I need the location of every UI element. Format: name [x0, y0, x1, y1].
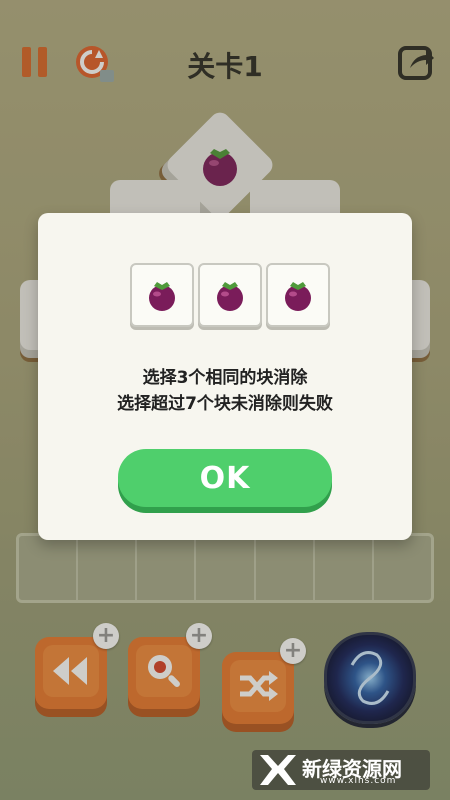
example-tiles [130, 263, 330, 327]
example-tile [198, 263, 262, 327]
watermark: 新绿资源网 www.xlhs.com [252, 750, 430, 790]
instruction-text: 选择3个相同的块消除 选择超过7个块未消除则失败 [38, 365, 412, 417]
watermark-logo-icon [260, 755, 296, 785]
example-tile [266, 263, 330, 327]
mangosteen-icon [217, 282, 243, 311]
instruction-line-2: 选择超过7个块未消除则失败 [117, 394, 333, 414]
mangosteen-icon [285, 282, 311, 311]
instruction-line-1: 选择3个相同的块消除 [142, 368, 308, 388]
mangosteen-icon [149, 282, 175, 311]
ok-button[interactable]: OK [118, 449, 332, 507]
example-tile [130, 263, 194, 327]
tutorial-dialog: 选择3个相同的块消除 选择超过7个块未消除则失败 OK [38, 213, 412, 540]
watermark-url: www.xlhs.com [320, 776, 397, 786]
